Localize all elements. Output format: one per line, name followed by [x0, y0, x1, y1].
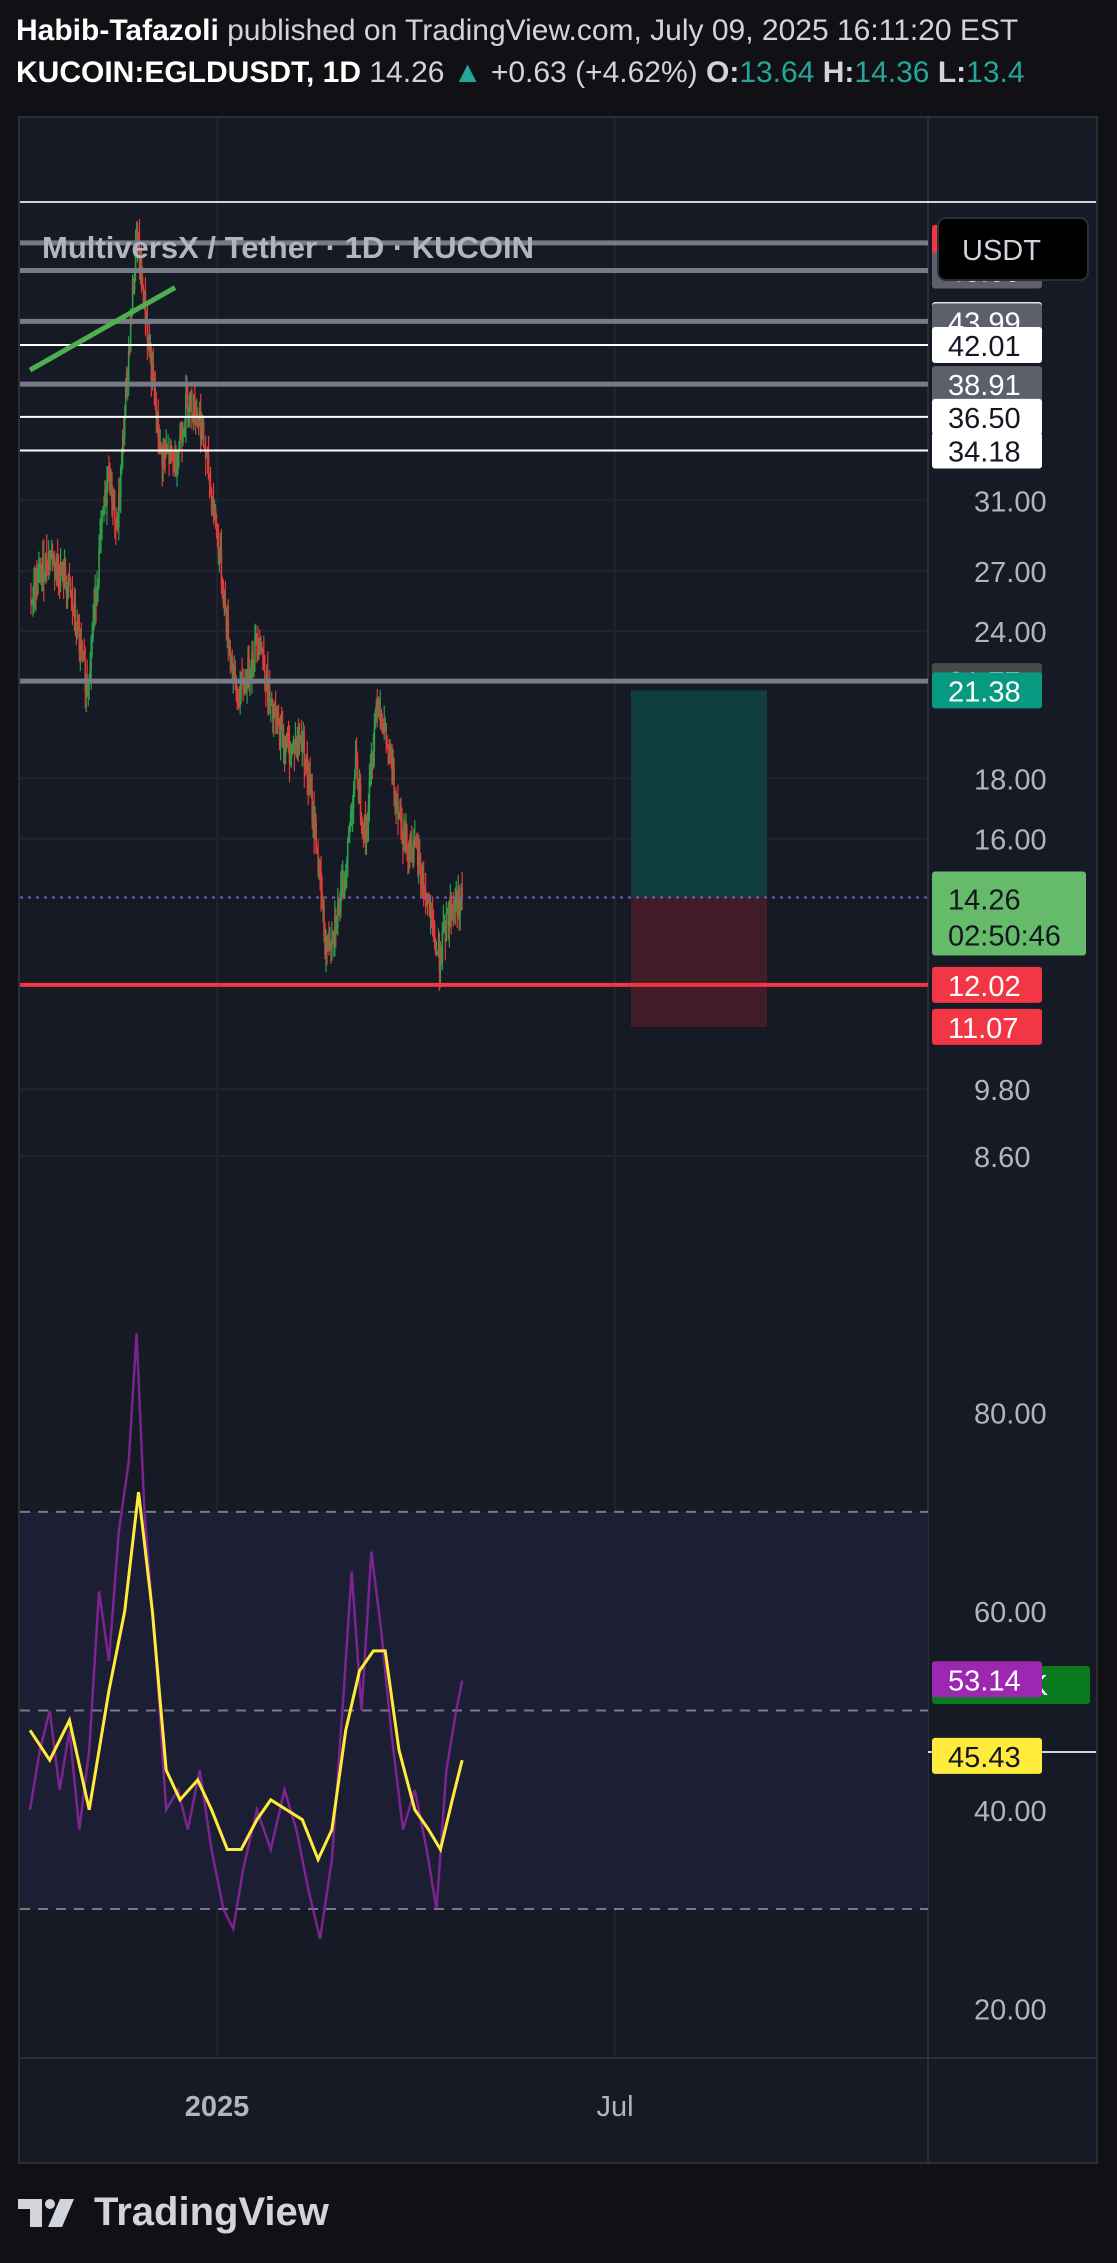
price-tick-label-1: 31.00	[974, 486, 1047, 518]
candle-body	[359, 783, 362, 816]
chart-title: MultiversX / Tether · 1D · KUCOIN	[42, 230, 534, 265]
position-stop-zone[interactable]	[631, 897, 767, 1027]
bar-countdown-label: 02:50:46	[948, 920, 1061, 952]
time-tick-label-2: Jul	[596, 2091, 633, 2123]
candle-body	[393, 765, 395, 794]
candle-body	[461, 887, 463, 898]
rsi-tick-label-1: 80.00	[974, 1399, 1047, 1431]
last-price: 14.26	[369, 56, 445, 89]
candle-body	[114, 507, 116, 519]
candle-body	[445, 912, 448, 942]
level-label-6: 42.01	[948, 331, 1021, 363]
candle-body	[441, 932, 444, 962]
change-value: +0.63 (+4.62%)	[490, 56, 698, 89]
currency-button-label: USDT	[962, 235, 1041, 267]
price-tick-label-7: 8.60	[974, 1142, 1030, 1174]
rsi-tick-label-4: 20.00	[974, 1994, 1047, 2026]
rsi-tick-label-2: 60.00	[974, 1597, 1047, 1629]
level-label-8: 36.50	[948, 403, 1021, 435]
published-text: published on TradingView.com, July 09, 2…	[227, 14, 1019, 47]
high-value: 14.36	[854, 56, 930, 89]
open-label: O:	[705, 56, 740, 89]
price-label-3: 11.07	[948, 1013, 1018, 1045]
candle-body	[191, 390, 193, 414]
tradingview-logo-text: TradingView	[94, 2190, 329, 2234]
price-tick-label-3: 24.00	[974, 617, 1047, 649]
change-arrow: ▲	[452, 56, 483, 89]
level-label-11: 12.02	[948, 971, 1021, 1003]
price-label-1: 21.38	[948, 676, 1021, 708]
low-value: 13.4	[966, 56, 1025, 89]
rsi-value-label: 53.14	[948, 1665, 1021, 1697]
low-label: L:	[937, 56, 967, 89]
ohlc-line: KUCOIN:EGLDUSDT, 1D 14.26 ▲ +0.63 (+4.62…	[16, 52, 1116, 94]
candle-body	[433, 923, 436, 939]
tradingview-logo-icon	[18, 2198, 74, 2227]
publish-line: Habib-Tafazoli published on TradingView.…	[16, 10, 1116, 52]
position-target-zone[interactable]	[631, 690, 767, 898]
candle-body	[202, 422, 205, 446]
candle-body	[373, 729, 376, 752]
price-tick-label-6: 9.80	[974, 1075, 1030, 1107]
candle-body	[264, 669, 266, 687]
candle-body	[346, 842, 349, 873]
tradingview-footer: TradingView	[16, 2190, 329, 2235]
high-label: H:	[822, 56, 855, 89]
chart-frame[interactable]: 31.0027.0024.0018.0016.009.808.6051.2951…	[18, 116, 1098, 2164]
symbol-label: KUCOIN:EGLDUSDT, 1D	[16, 56, 362, 89]
price-chart[interactable]: 31.0027.0024.0018.0016.009.808.6051.2951…	[20, 118, 1096, 2162]
candle-body	[353, 777, 356, 792]
level-label-7: 38.91	[948, 370, 1021, 402]
open-value: 13.64	[739, 56, 815, 89]
level-label-9: 34.18	[948, 436, 1021, 468]
rsi-ma-label: 45.43	[948, 1742, 1021, 1774]
author-name[interactable]: Habib-Tafazoli	[16, 14, 219, 47]
candle-body	[71, 595, 74, 607]
price-tick-label-2: 27.00	[974, 557, 1047, 589]
chart-header: Habib-Tafazoli published on TradingView.…	[16, 10, 1116, 94]
time-tick-label-1: 2025	[185, 2091, 250, 2123]
candle-body	[123, 416, 126, 438]
price-tick-label-4: 18.00	[974, 764, 1047, 796]
price-tick-label-5: 16.00	[974, 825, 1047, 857]
rsi-tick-label-3: 40.00	[974, 1796, 1047, 1828]
last-price-label: 14.26	[948, 884, 1021, 916]
